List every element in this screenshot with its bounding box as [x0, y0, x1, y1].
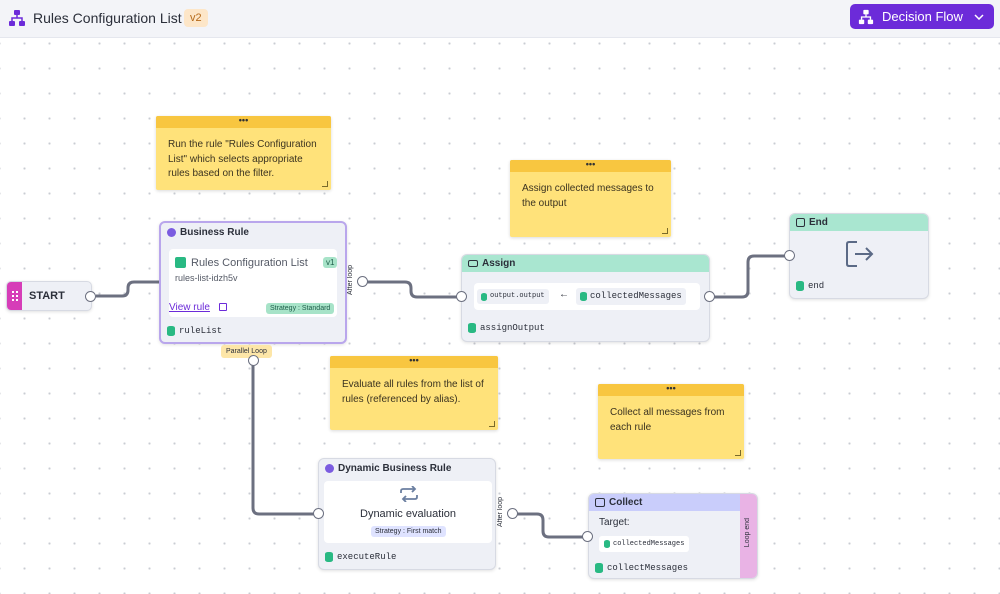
note-text: Assign collected messages to the output: [522, 183, 654, 209]
rule-name: Rules Configuration List: [191, 257, 308, 269]
start-node[interactable]: START: [6, 281, 92, 311]
end-header: End: [809, 217, 828, 228]
database-icon: [595, 563, 603, 573]
note-text: Collect all messages from each rule: [610, 407, 725, 433]
database-icon: [468, 323, 476, 333]
assignment-row: output.output ← collectedMessages: [474, 283, 700, 310]
edge-business-assign: [362, 280, 462, 299]
note-menu-icon[interactable]: •••: [598, 384, 744, 396]
dynamic-rule-icon: [325, 464, 334, 473]
repeat-icon: [400, 486, 418, 502]
edge-business-dynamic: [251, 360, 319, 516]
sticky-note-run-rule[interactable]: ••• Run the rule "Rules Configuration Li…: [156, 116, 331, 190]
resize-handle-icon[interactable]: [662, 228, 668, 234]
database-icon: [604, 540, 610, 548]
exit-icon: [846, 241, 874, 267]
edge-start-business: [96, 280, 162, 298]
assign-node[interactable]: Assign output.output ← collectedMessages…: [461, 254, 710, 342]
loop-end-bar: Loop end: [740, 494, 757, 578]
rule-id: rules-list-idzh5v: [175, 273, 238, 283]
dynamic-strategy-badge: Strategy : First match: [371, 526, 446, 537]
sticky-note-assign[interactable]: ••• Assign collected messages to the out…: [510, 160, 671, 237]
start-label: START: [29, 290, 65, 302]
business-rule-icon: [167, 228, 176, 237]
end-node[interactable]: End end: [789, 213, 929, 299]
database-icon: [580, 292, 587, 301]
assign-output-handle[interactable]: [704, 291, 715, 302]
loop-end-label: Loop end: [744, 518, 751, 548]
resize-handle-icon[interactable]: [489, 421, 495, 427]
table-icon: [175, 257, 186, 268]
parallel-loop-handle[interactable]: [248, 355, 259, 366]
business-rule-output-handle[interactable]: [357, 276, 368, 287]
start-output-handle[interactable]: [85, 291, 96, 302]
assign-output: assignOutput: [480, 323, 545, 333]
sticky-note-collect[interactable]: ••• Collect all messages from each rule: [598, 384, 744, 459]
rule-card: Rules Configuration List v1 rules-list-i…: [169, 249, 338, 317]
resize-handle-icon[interactable]: [735, 450, 741, 456]
parallel-loop-badge[interactable]: Parallel Loop: [221, 345, 272, 358]
collect-node[interactable]: Collect Target: collectedMessages collec…: [588, 493, 758, 579]
assign-input-handle[interactable]: [456, 291, 467, 302]
view-rule-link[interactable]: View rule: [169, 302, 210, 313]
business-rule-output: ruleList: [179, 326, 223, 336]
note-text: Evaluate all rules from the list of rule…: [342, 379, 484, 405]
note-menu-icon[interactable]: •••: [156, 116, 331, 128]
end-header-icon: [796, 218, 805, 227]
database-icon: [325, 552, 333, 562]
collect-header: Collect: [609, 497, 643, 508]
collect-icon: [595, 498, 605, 507]
edge-dynamic-collect: [513, 512, 587, 539]
dynamic-input-handle[interactable]: [313, 508, 324, 519]
dynamic-title: Dynamic evaluation: [360, 508, 456, 520]
after-loop-label: After loop: [347, 265, 354, 295]
note-text: Run the rule "Rules Configuration List" …: [168, 139, 317, 179]
assign-target: output.output: [490, 292, 545, 300]
assign-header: Assign: [482, 258, 516, 269]
dynamic-card: Dynamic evaluation Strategy : First matc…: [324, 481, 492, 543]
database-icon: [481, 292, 487, 301]
external-link-icon[interactable]: [219, 303, 227, 311]
collect-input-handle[interactable]: [582, 531, 593, 542]
note-menu-icon[interactable]: •••: [330, 356, 498, 368]
drag-grip-icon[interactable]: [7, 282, 22, 310]
database-icon: [167, 326, 175, 336]
sticky-note-evaluate[interactable]: ••• Evaluate all rules from the list of …: [330, 356, 498, 430]
business-rule-node[interactable]: Business Rule Rules Configuration List v…: [159, 221, 347, 344]
collect-target: collectedMessages: [613, 540, 685, 548]
assign-source: collectedMessages: [590, 291, 682, 301]
dynamic-output: executeRule: [337, 552, 397, 562]
edge-assign-end: [709, 254, 789, 299]
business-rule-header: Business Rule: [180, 227, 249, 238]
assign-icon: [468, 260, 478, 267]
end-output: end: [808, 281, 825, 291]
rule-version-badge: v1: [323, 257, 338, 268]
loop-badge-label: Parallel Loop: [226, 348, 267, 355]
note-menu-icon[interactable]: •••: [510, 160, 671, 172]
strategy-badge: Strategy : Standard: [266, 303, 335, 314]
database-icon: [796, 281, 804, 291]
resize-handle-icon[interactable]: [322, 181, 328, 187]
end-input-handle[interactable]: [784, 250, 795, 261]
dynamic-business-rule-node[interactable]: Dynamic Business Rule Dynamic evaluation…: [318, 458, 496, 570]
dynamic-after-loop-label: After loop: [497, 497, 504, 527]
dynamic-output-handle[interactable]: [507, 508, 518, 519]
collect-target-label: Target:: [599, 517, 630, 528]
assign-arrow-icon: ←: [559, 289, 569, 300]
collect-output: collectMessages: [607, 563, 689, 573]
dynamic-rule-header: Dynamic Business Rule: [338, 463, 452, 474]
